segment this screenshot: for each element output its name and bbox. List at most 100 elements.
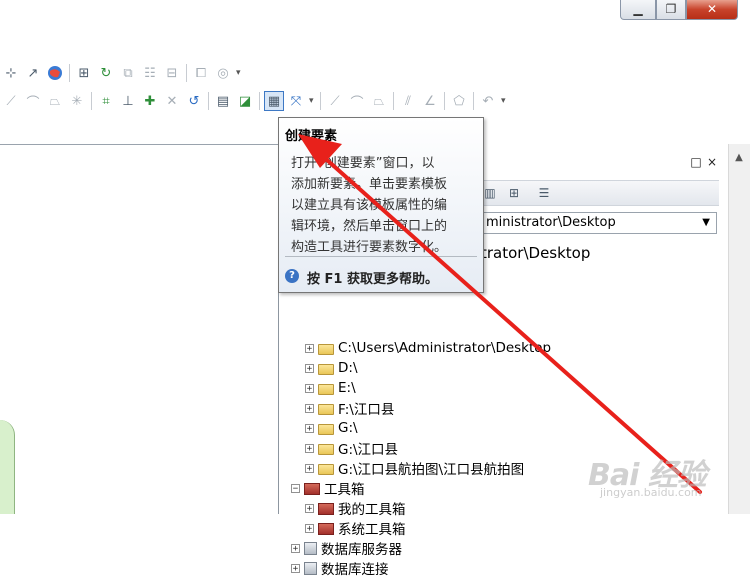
close-panel-button[interactable]: × [705,155,719,169]
attributes-icon[interactable]: ▤ [213,91,233,111]
tooltip-body-line: 构造工具进行要素数字化。 [291,240,448,255]
sketch-properties-icon[interactable]: ◪ [235,91,255,111]
create-features-icon[interactable]: ▦ [264,91,284,111]
expand-icon[interactable]: + [305,523,314,533]
angle-icon[interactable]: ∠ [420,91,440,111]
toolbar-separator [473,92,474,110]
refresh-icon[interactable]: ↻ [96,63,116,83]
copy-icon[interactable]: ⧠ [191,63,211,83]
tree-item[interactable]: + G:\江口县航拍图\江口县航拍图 [305,458,524,478]
tree-item[interactable]: + G:\江口县 [305,438,398,458]
edit-vertex-icon[interactable]: ↗ [23,63,43,83]
tooltip-help-text: 按 F1 获取更多帮助。 [307,272,438,287]
toolbar-separator [393,92,394,110]
tree-item[interactable]: + E:\ [305,378,356,398]
point-tool-icon[interactable]: ✳ [67,91,87,111]
expand-icon[interactable]: + [305,463,314,473]
collapse-icon[interactable]: − [291,483,300,493]
expand-icon[interactable]: + [305,443,314,453]
tree-item[interactable]: + G:\ [305,418,358,438]
polygon-tool-icon[interactable]: ⏢ [45,91,65,111]
expand-icon[interactable]: + [291,543,300,553]
rectangle-icon[interactable]: ⬠ [449,91,469,111]
arc-tool-icon[interactable]: ⌒ [23,91,43,111]
home-folder-label: trator\Desktop [481,244,591,262]
parallel-icon[interactable]: ⫽ [398,91,418,111]
tree-item[interactable]: + F:\江口县 [305,398,394,418]
tree-item[interactable]: + D:\ [305,358,358,378]
merge-icon[interactable]: ⧉ [118,63,138,83]
globe-icon[interactable] [45,63,65,83]
tree-item-label: 数据库连接 [321,562,389,578]
expand-icon[interactable]: + [305,343,314,353]
edit-vertices-icon[interactable]: ⌗ [96,91,116,111]
location-value: ministrator\Desktop [486,215,616,230]
add-xy-icon[interactable]: ⊞ [74,63,94,83]
tooltip-title: 创建要素 [285,129,338,144]
tree-item-label: G:\江口县航拍图\江口县航拍图 [338,462,525,478]
scroll-up-icon[interactable]: ▲ [731,148,747,168]
expand-icon[interactable]: + [305,383,314,393]
options-icon[interactable]: ☰ [535,184,553,202]
tree-item-label: 数据库服务器 [321,542,402,558]
undo-icon[interactable]: ↶ [478,91,498,111]
tree-item[interactable]: + 系统工具箱 [305,518,406,538]
toolbar-separator [259,92,260,110]
toolbar-overflow-icon[interactable]: ▾ [236,64,242,82]
tree-item-label: 工具箱 [324,482,365,498]
tooltip-body-line: 以建立具有该模板属性的编 [291,198,448,213]
expand-icon[interactable]: + [305,503,314,513]
grid-icon[interactable]: ⊟ [162,63,182,83]
map-view[interactable] [0,144,278,515]
tree-item-label: F:\江口县 [338,402,395,418]
buffer-icon[interactable]: ◎ [213,63,233,83]
toolbar-overflow-icon[interactable]: ▾ [501,92,507,110]
tooltip-divider [285,256,477,257]
tree-item-label: 我的工具箱 [338,502,406,518]
split-tool-icon[interactable]: ✕ [162,91,182,111]
folder-icon [318,423,334,435]
float-panel-button[interactable]: □ [689,155,703,169]
toolbar-overflow-icon[interactable]: ▾ [309,92,315,110]
close-button[interactable]: ✕ [686,0,738,20]
tooltip-body-line: 添加新要素。单击要素模板 [291,177,448,192]
end-point-arc-icon[interactable]: ⌒ [347,91,367,111]
reshape-icon[interactable]: ⊥ [118,91,138,111]
straight-segment-icon[interactable]: ⟋ [325,91,345,111]
tree-item-label: G:\江口县 [338,442,399,458]
tree-item[interactable]: + C:\Users\Administrator\Desktop [305,338,551,358]
tooltip-create-features: 创建要素 打开“创建要素”窗口，以 添加新要素。单击要素模板 以建立具有该模板属… [278,117,484,293]
toolbar-separator [444,92,445,110]
toggle-contents-icon[interactable]: ⊞ [505,184,523,202]
split-icon[interactable]: ☷ [140,63,160,83]
toolbar-separator [320,92,321,110]
chevron-down-icon[interactable]: ▼ [702,213,710,233]
tree-item[interactable]: + 我的工具箱 [305,498,406,518]
toolbar-separator [208,92,209,110]
extent-icon[interactable]: ⤧ [286,91,306,111]
tree-item[interactable]: − 工具箱 [291,478,365,498]
folder-icon [318,463,334,475]
expand-icon[interactable]: + [305,363,314,373]
cut-polygon-icon[interactable]: ✚ [140,91,160,111]
minimize-button[interactable]: ▁ [620,0,656,20]
snapping-icon[interactable]: ⊹ [1,63,21,83]
expand-icon[interactable]: + [291,563,300,573]
map-polygon-feature [0,420,15,514]
help-icon: ? [285,269,299,283]
tree-item[interactable]: + 数据库连接 [291,558,389,578]
expand-icon[interactable]: + [305,403,314,413]
expand-icon[interactable]: + [305,423,314,433]
line-tool-icon[interactable]: ⟋ [1,91,21,111]
trace-icon[interactable]: ⏢ [369,91,389,111]
maximize-button[interactable]: ❐ [656,0,686,20]
tree-item-label: G:\ [338,420,358,436]
tooltip-body-line: 打开“创建要素”窗口，以 [291,156,435,171]
toolbar-separator [91,92,92,110]
folder-icon [318,403,334,415]
vertical-scrollbar[interactable]: ▲ [728,144,750,514]
toolbox-icon [318,502,334,515]
folder-icon [318,443,334,455]
tree-item[interactable]: + 数据库服务器 [291,538,402,558]
rotate-icon[interactable]: ↺ [184,91,204,111]
